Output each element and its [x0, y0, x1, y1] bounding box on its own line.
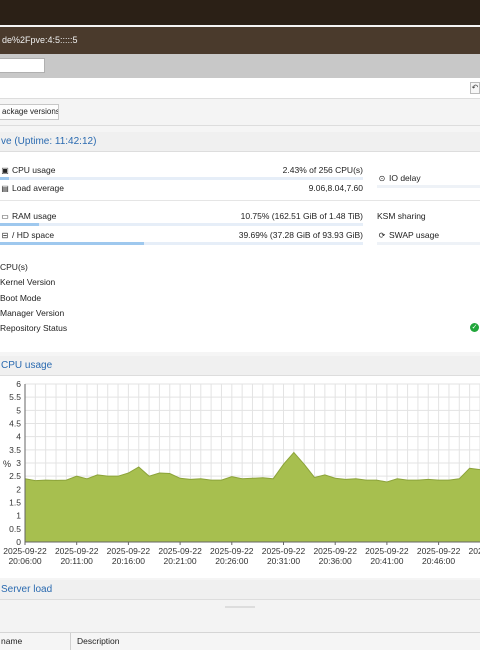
refresh-icon: ⟳: [378, 231, 386, 240]
y-tick-label: 2: [16, 484, 21, 494]
hd-space-bar-fill: [0, 242, 145, 245]
divider: [0, 200, 480, 201]
swap-usage-row: ⟳ SWAP usage: [377, 230, 439, 240]
load-icon: ▤: [1, 184, 9, 193]
address-bar[interactable]: de%2Fpve:4:5:::::5: [0, 27, 480, 54]
cpu-usage-bar: [0, 177, 363, 180]
y-tick-label: 4.5: [9, 419, 21, 429]
hd-space-row: ⊟ / HD space: [0, 230, 54, 240]
x-tick-label: 20:31:00: [267, 556, 300, 566]
table-header: name Description: [0, 632, 480, 650]
ram-usage-row: ▭ RAM usage: [0, 211, 56, 221]
x-tick-label: 2025-09-22: [417, 546, 461, 556]
load-average-value: 9.06,8.04,7.60: [308, 183, 363, 193]
cpu-usage-value: 2.43% of 256 CPU(s): [282, 165, 363, 175]
column-name[interactable]: name: [1, 636, 22, 646]
ram-usage-bar: [0, 223, 363, 226]
x-tick-label: 20:46:00: [422, 556, 455, 566]
x-axis: 2025-09-2220:06:002025-09-2220:11:002025…: [3, 541, 480, 566]
io-delay-row: ⊙ IO delay: [377, 173, 421, 183]
ram-usage-bar-fill: [0, 223, 40, 226]
boot-mode-label: Boot Mode: [0, 293, 42, 303]
memory-icon: ▭: [1, 212, 9, 221]
x-tick-label: 2025-09-22: [313, 546, 357, 556]
x-tick-label: 2025-09-22: [365, 546, 409, 556]
x-tick-label: 2025-09-22: [210, 546, 254, 556]
y-tick-label: 1: [16, 511, 21, 521]
column-separator: [70, 633, 71, 650]
resize-handle[interactable]: [225, 606, 255, 608]
cpu-usage-bar-fill: [0, 177, 9, 180]
server-load-title: Server load: [0, 580, 480, 600]
ram-usage-value: 10.75% (162.51 GiB of 1.48 TiB): [240, 211, 363, 221]
content-toolbar: [0, 78, 480, 98]
load-average-label: Load average: [12, 183, 64, 193]
package-versions-button[interactable]: ackage versions: [0, 104, 59, 120]
column-description[interactable]: Description: [77, 636, 120, 646]
hdd-icon: ⊟: [1, 231, 9, 240]
x-tick-label: 20:41:00: [370, 556, 403, 566]
cpus-label: CPU(s): [0, 262, 28, 272]
x-tick-label: 20:06:00: [8, 556, 41, 566]
cpu-usage-chart: 00.511.522.533.544.555.56 2025-09-2220:0…: [3, 379, 480, 566]
cpu-usage-row: ▣ CPU usage: [0, 165, 55, 175]
y-axis-label: %: [3, 459, 11, 469]
y-tick-label: 1.5: [9, 498, 21, 508]
y-tick-label: 6: [16, 379, 21, 389]
y-tick-label: 5.5: [9, 392, 21, 402]
check-icon: ✓: [470, 323, 479, 332]
y-tick-label: 0.5: [9, 524, 21, 534]
active-tab[interactable]: [0, 58, 45, 73]
y-tick-label: 5: [16, 405, 21, 415]
ksm-sharing-label: KSM sharing: [377, 211, 426, 221]
y-tick-label: 3.5: [9, 445, 21, 455]
button-toolbar: ackage versions: [0, 98, 480, 126]
load-average-row: ▤ Load average: [0, 183, 64, 193]
undo-icon[interactable]: ↶: [470, 82, 480, 94]
cpu-icon: ▣: [1, 166, 9, 175]
y-tick-label: 4: [16, 432, 21, 442]
status-panel-title: ve (Uptime: 11:42:12): [0, 132, 480, 152]
clock-icon: ⊙: [378, 174, 386, 183]
x-tick-label: 2025-09-22: [107, 546, 151, 556]
hd-space-label: / HD space: [12, 230, 55, 240]
hd-space-value: 39.69% (37.28 GiB of 93.93 GiB): [238, 230, 363, 240]
tab-strip: [0, 54, 480, 78]
x-tick-label: 20:16:00: [112, 556, 145, 566]
window-titlebar: [0, 0, 480, 25]
x-tick-label: 2025-09-22: [262, 546, 306, 556]
y-tick-label: 2.5: [9, 471, 21, 481]
manager-version-label: Manager Version: [0, 308, 65, 318]
x-tick-label: 20:21:00: [164, 556, 197, 566]
x-tick-label: 20:11:00: [60, 556, 93, 566]
cpu-usage-label: CPU usage: [12, 165, 56, 175]
hd-space-bar: [0, 242, 363, 245]
y-tick-label: 3: [16, 458, 21, 468]
swap-usage-bar: [377, 242, 480, 245]
io-delay-bar: [377, 185, 480, 188]
kernel-version-label: Kernel Version: [0, 277, 56, 287]
x-tick-label: 20:26:00: [215, 556, 248, 566]
ram-usage-label: RAM usage: [12, 211, 57, 221]
x-tick-label: 20:36:00: [319, 556, 352, 566]
x-tick-label: 2025-09-22: [158, 546, 202, 556]
cpu-chart-title: CPU usage: [0, 356, 480, 376]
repository-status-label: Repository Status: [0, 323, 68, 333]
swap-usage-label: SWAP usage: [389, 230, 440, 240]
url-text: de%2Fpve:4:5:::::5: [2, 35, 78, 45]
x-tick-label: 2025-09-22: [3, 546, 47, 556]
x-tick-label: 2025-09-22: [469, 546, 480, 556]
io-delay-label: IO delay: [389, 173, 421, 183]
x-tick-label: 2025-09-22: [55, 546, 99, 556]
y-axis: 00.511.522.533.544.555.56: [9, 379, 26, 547]
